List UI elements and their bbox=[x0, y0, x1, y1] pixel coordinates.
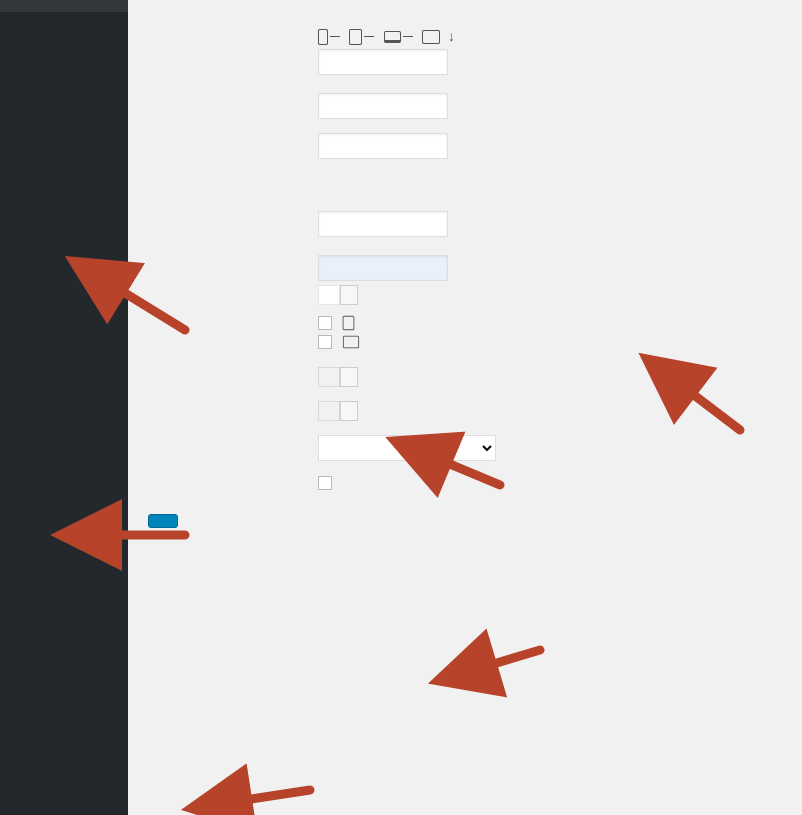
top-input[interactable] bbox=[318, 93, 448, 119]
bar-bg-button[interactable] bbox=[340, 367, 358, 387]
button-color-button[interactable] bbox=[340, 401, 358, 421]
left-input[interactable] bbox=[318, 133, 448, 159]
display-on-screen-label bbox=[148, 28, 318, 34]
custom-image-label bbox=[148, 475, 318, 481]
arrow-down-icon: ↓ bbox=[448, 28, 459, 45]
text-input[interactable] bbox=[318, 255, 448, 281]
laptop-icon bbox=[384, 31, 401, 43]
desktop-icon bbox=[422, 30, 440, 44]
device-icons-row: ↓ bbox=[318, 28, 782, 45]
text-color-button[interactable] bbox=[340, 285, 358, 305]
button-color-swatch[interactable] bbox=[318, 401, 340, 421]
left-label bbox=[148, 133, 318, 139]
link-label bbox=[148, 177, 318, 183]
settings-panel: ↓ bbox=[128, 0, 802, 815]
checkbox-disabled-tablet[interactable] bbox=[318, 316, 332, 330]
tablet-icon bbox=[343, 316, 355, 330]
text-label bbox=[148, 255, 318, 261]
link-input[interactable] bbox=[318, 211, 448, 237]
admin-sidebar bbox=[0, 0, 128, 815]
select-images-label bbox=[148, 435, 318, 441]
checkbox-custom-image[interactable] bbox=[318, 476, 332, 490]
tablet-icon bbox=[349, 29, 362, 45]
checkbox-disabled-desktop[interactable] bbox=[318, 335, 332, 349]
desktop-icon bbox=[343, 336, 359, 349]
top-label bbox=[148, 93, 318, 99]
save-button[interactable] bbox=[148, 514, 178, 528]
bar-bg-label bbox=[148, 367, 318, 373]
display-on-screen-input[interactable] bbox=[318, 49, 448, 75]
text-color-swatch[interactable] bbox=[318, 285, 340, 305]
bar-bg-swatch[interactable] bbox=[318, 367, 340, 387]
select-images-dropdown[interactable] bbox=[318, 435, 496, 461]
phone-icon bbox=[318, 29, 328, 45]
button-color-label bbox=[148, 401, 318, 407]
